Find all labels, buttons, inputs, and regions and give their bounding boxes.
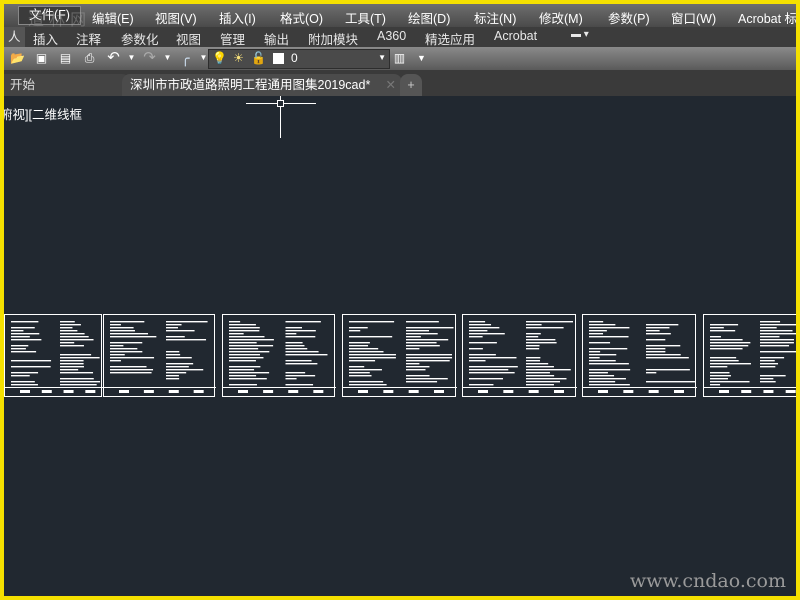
ribbon-tab[interactable]: 管理 <box>220 29 245 48</box>
layer-color-swatch <box>273 53 284 64</box>
ribbon-tab[interactable]: 输出 <box>264 29 289 48</box>
customize-toolbar-icon[interactable]: ▼ <box>414 51 429 65</box>
ribbon-tab[interactable]: 人 <box>4 27 25 47</box>
menu-item[interactable]: 参数(P) <box>608 8 650 27</box>
layer-name: 0 <box>291 51 298 65</box>
menu-item[interactable]: 编辑(E) <box>92 8 134 27</box>
drawing-sheet-thumbnail[interactable] <box>4 314 103 397</box>
drawing-sheet-thumbnail[interactable] <box>222 314 336 397</box>
redo-icon[interactable]: ↷ <box>142 50 157 65</box>
drawing-sheet-thumbnail[interactable] <box>342 314 457 397</box>
ribbon-tab[interactable]: 精选应用 <box>425 29 475 48</box>
menu-item[interactable]: 格式(O) <box>280 8 323 27</box>
bulb-on-icon[interactable]: 💡 <box>212 51 227 65</box>
quick-access-toolbar: 📂 ▣ ▤ ⎙ ↶ ▼ ↷ ▼ ╭ ▼ 💡 ☀ 🔓 0 ▼ ▥ ▼ <box>4 47 796 70</box>
chevron-down-icon[interactable]: ▼ <box>378 53 386 62</box>
menu-item[interactable]: 插入(I) <box>219 8 256 27</box>
plus-icon: + <box>407 78 415 92</box>
menu-item[interactable]: 修改(M) <box>539 8 583 27</box>
tab-active-drawing[interactable]: 深圳市市政道路照明工程通用图集2019cad* ✕ <box>122 74 402 96</box>
redo-dropdown-icon[interactable]: ▼ <box>160 51 175 65</box>
drawing-sheet-thumbnail[interactable] <box>462 314 577 397</box>
undo-icon[interactable]: ↶ <box>106 50 121 65</box>
add-tab-button[interactable]: + <box>400 74 422 96</box>
tab-label: 开始 <box>10 78 36 92</box>
autocad-window: 文件(F) 编辑(E) 视图(V) 插入(I) 格式(O) 工具(T) 绘图(D) 标注(N)… <box>4 4 796 596</box>
workspace-dropdown-icon[interactable]: ▬ ▾ <box>571 29 589 40</box>
ribbon-tab[interactable]: 附加模块 <box>308 29 358 48</box>
menu-item[interactable]: 视图(V) <box>155 8 197 27</box>
menu-item[interactable]: 绘图(D) <box>408 8 450 27</box>
menu-item[interactable]: Acrobat 标 <box>738 8 796 27</box>
tab-label: 深圳市市政道路照明工程通用图集2019cad* <box>130 78 371 92</box>
drawing-sheet-thumbnail[interactable] <box>703 314 796 397</box>
tab-start[interactable]: 开始 <box>4 74 130 96</box>
layer-properties-icon[interactable]: ▥ <box>392 51 407 65</box>
ribbon-tabs: 人插入 注释 参数化 视图 管理 输出 附加模块 A360 精选应用 Acrobat ▬ ▾ <box>4 27 796 47</box>
menu-item[interactable]: 标注(N) <box>474 8 516 27</box>
ribbon-tab[interactable]: 插入 <box>33 29 58 48</box>
ribbon-tab[interactable]: A360 <box>377 29 406 43</box>
save-as-icon[interactable]: ▤ <box>58 51 73 65</box>
site-watermark: www.cndao.com <box>629 570 786 592</box>
unlock-icon[interactable]: 🔓 <box>251 51 266 65</box>
drawing-canvas[interactable]: 俯视][二维线框 www.cndao.com <box>4 96 796 596</box>
open-icon[interactable]: 📂 <box>10 51 25 65</box>
close-icon[interactable]: ✕ <box>386 74 396 96</box>
ribbon-tab[interactable]: 视图 <box>176 29 201 48</box>
file-tabs: 开始 深圳市市政道路照明工程通用图集2019cad* ✕ + <box>4 70 796 96</box>
viewport-label[interactable]: 俯视][二维线框 <box>4 104 82 123</box>
menu-item[interactable]: 工具(T) <box>345 8 386 27</box>
menu-item[interactable]: 窗口(W) <box>671 8 716 27</box>
ribbon-tab[interactable]: 注释 <box>76 29 101 48</box>
layer-dropdown[interactable]: 💡 ☀ 🔓 0 ▼ <box>208 49 390 69</box>
undo-dropdown-icon[interactable]: ▼ <box>124 51 139 65</box>
drawing-sheet-thumbnail[interactable] <box>103 314 216 397</box>
match-properties-icon[interactable]: ╭ <box>178 51 193 65</box>
drawing-sheet-thumbnail[interactable] <box>582 314 697 397</box>
sun-icon[interactable]: ☀ <box>231 51 246 65</box>
menu-bar: 文件(F) 编辑(E) 视图(V) 插入(I) 格式(O) 工具(T) 绘图(D) 标注(N)… <box>4 4 796 27</box>
save-icon[interactable]: ▣ <box>34 51 49 65</box>
print-icon[interactable]: ⎙ <box>82 51 97 65</box>
ribbon-tab[interactable]: Acrobat <box>494 29 537 43</box>
ribbon-tab[interactable]: 参数化 <box>121 29 159 48</box>
